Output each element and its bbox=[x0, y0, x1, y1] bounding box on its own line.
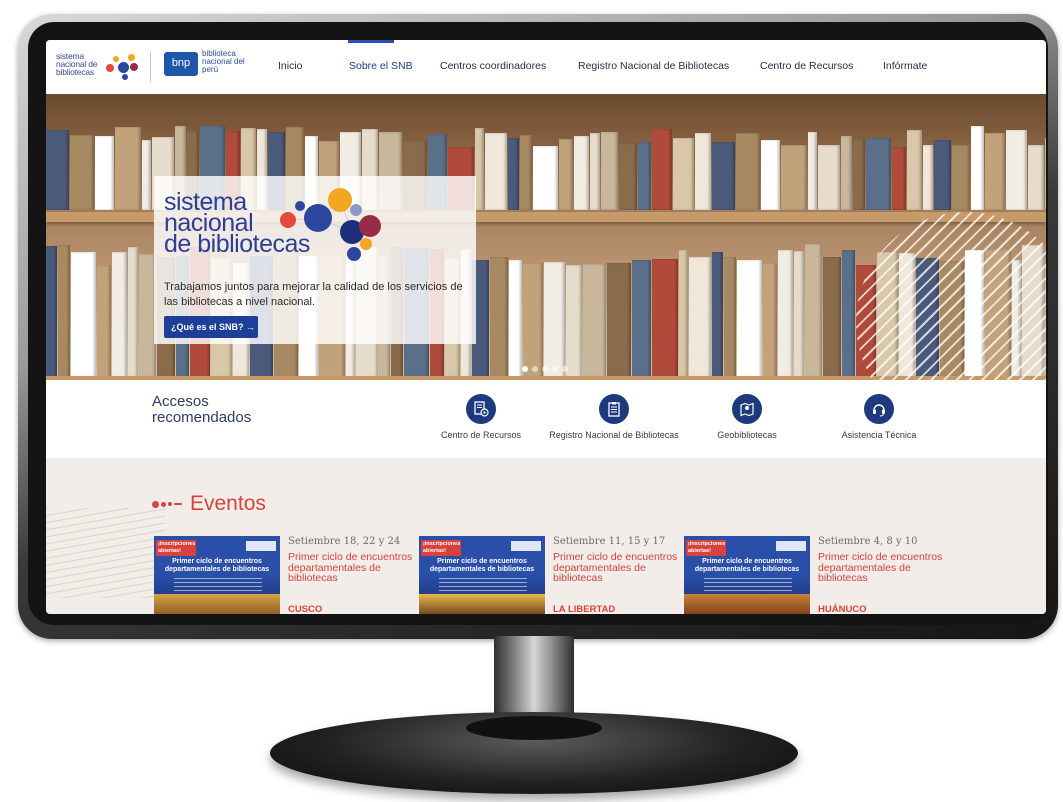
que-es-snb-button[interactable]: ¿Qué es el SNB? → bbox=[164, 316, 258, 338]
poster-title: Primer ciclo de encuentros departamental… bbox=[164, 558, 270, 573]
bnp-logo-text: biblioteca nacional del perú bbox=[202, 49, 245, 74]
map-pin-icon bbox=[732, 394, 762, 424]
event-card[interactable]: ¡Inscripciones abiertas! Primer ciclo de… bbox=[154, 536, 416, 614]
event-city: HUÁNUCO bbox=[818, 604, 867, 614]
eventos-dots-icon bbox=[152, 500, 182, 508]
eventos-section: Eventos ¡Inscripciones abiertas! Primer … bbox=[46, 458, 1046, 614]
poster-title: Primer ciclo de encuentros departamental… bbox=[694, 558, 800, 573]
poster-logo bbox=[776, 541, 806, 551]
event-poster-image[interactable]: ¡Inscripciones abiertas! Primer ciclo de… bbox=[684, 536, 810, 614]
poster-badge: ¡Inscripciones abiertas! bbox=[686, 540, 726, 556]
poster-badge: ¡Inscripciones abiertas! bbox=[156, 540, 196, 556]
event-city: CUSCO bbox=[288, 604, 323, 614]
nav-item-inicio[interactable]: Inicio bbox=[278, 60, 303, 72]
acceso-label: Asistencia Técnica bbox=[841, 430, 917, 440]
bnp-logo-box: bnp bbox=[164, 52, 198, 76]
carousel-dot[interactable] bbox=[532, 366, 538, 372]
acceso-geobibliotecas[interactable]: Geobibliotecas bbox=[682, 394, 812, 440]
poster-city-image bbox=[419, 594, 545, 614]
carousel-dot[interactable] bbox=[552, 366, 558, 372]
snb-dots-logo bbox=[280, 188, 381, 261]
event-title-link[interactable]: Primer ciclo de encuentros departamental… bbox=[553, 552, 681, 584]
nav-item-sobre-el-snb[interactable]: Sobre el SNB bbox=[349, 60, 413, 72]
snb-logo-text: sistema nacional de bibliotecas bbox=[56, 51, 98, 77]
event-card[interactable]: ¡Inscripciones abiertas! Primer ciclo de… bbox=[684, 536, 946, 614]
bnp-logo[interactable]: bnp biblioteca nacional del perú bbox=[164, 50, 254, 80]
nav-item-centro-de-recursos[interactable]: Centro de Recursos bbox=[760, 60, 853, 72]
poster-city-image bbox=[154, 594, 280, 614]
poster-text-lines bbox=[174, 578, 262, 592]
poster-title: Primer ciclo de encuentros departamental… bbox=[429, 558, 535, 573]
snb-logo[interactable]: sistema nacional de bibliotecas bbox=[56, 50, 142, 84]
nav-item-informate[interactable]: Infórmate bbox=[883, 60, 927, 72]
hero-banner: sistema nacional de bibliotecas Trabajam… bbox=[46, 94, 1046, 380]
event-date: Setiembre 4, 8 y 10 bbox=[818, 536, 918, 547]
acceso-registro-nacional[interactable]: Registro Nacional de Bibliotecas bbox=[549, 394, 679, 440]
poster-logo bbox=[246, 541, 276, 551]
eventos-heading: Eventos bbox=[152, 492, 266, 516]
event-title-link[interactable]: Primer ciclo de encuentros departamental… bbox=[818, 552, 946, 584]
event-card[interactable]: ¡Inscripciones abiertas! Primer ciclo de… bbox=[419, 536, 681, 614]
poster-badge: ¡Inscripciones abiertas! bbox=[421, 540, 461, 556]
accesos-recomendados-section: Accesos recomendados Centro de Recursos … bbox=[46, 380, 1046, 458]
carousel-dot[interactable] bbox=[562, 366, 568, 372]
headset-icon bbox=[864, 394, 894, 424]
event-poster-image[interactable]: ¡Inscripciones abiertas! Primer ciclo de… bbox=[154, 536, 280, 614]
event-date: Setiembre 11, 15 y 17 bbox=[553, 536, 666, 547]
poster-city-image bbox=[684, 594, 810, 614]
event-city: LA LIBERTAD bbox=[553, 604, 616, 614]
acceso-label: Geobibliotecas bbox=[717, 430, 777, 440]
poster-text-lines bbox=[439, 578, 527, 592]
event-title-link[interactable]: Primer ciclo de encuentros departamental… bbox=[288, 552, 416, 584]
decorative-wave-pattern bbox=[46, 508, 166, 598]
nav-item-centros-coordinadores[interactable]: Centros coordinadores bbox=[440, 60, 546, 72]
poster-text-lines bbox=[704, 578, 792, 592]
carousel-dot[interactable] bbox=[522, 366, 528, 372]
eventos-title: Eventos bbox=[190, 492, 266, 515]
nav-active-indicator bbox=[348, 40, 394, 43]
acceso-centro-de-recursos[interactable]: Centro de Recursos bbox=[416, 394, 546, 440]
accesos-title: Accesos recomendados bbox=[152, 393, 252, 426]
acceso-label: Registro Nacional de Bibliotecas bbox=[549, 430, 679, 440]
decorative-stripes bbox=[856, 212, 1046, 380]
acceso-label: Centro de Recursos bbox=[440, 430, 522, 440]
event-date: Setiembre 18, 22 y 24 bbox=[288, 536, 401, 547]
hero-card: sistema nacional de bibliotecas Trabajam… bbox=[154, 176, 476, 344]
poster-logo bbox=[511, 541, 541, 551]
nav-logo-divider bbox=[150, 52, 151, 82]
event-poster-image[interactable]: ¡Inscripciones abiertas! Primer ciclo de… bbox=[419, 536, 545, 614]
browser-screen: sistema nacional de bibliotecas bnp bibl… bbox=[46, 40, 1046, 614]
top-navigation: sistema nacional de bibliotecas bnp bibl… bbox=[46, 40, 1046, 94]
carousel-dot[interactable] bbox=[542, 366, 548, 372]
monitor-stand-joint bbox=[466, 716, 602, 740]
nav-item-registro-nacional[interactable]: Registro Nacional de Bibliotecas bbox=[578, 60, 729, 72]
document-play-icon bbox=[466, 394, 496, 424]
clipboard-list-icon bbox=[599, 394, 629, 424]
hero-subtitle: Trabajamos juntos para mejorar la calida… bbox=[164, 281, 463, 308]
carousel-dots bbox=[522, 366, 568, 372]
acceso-asistencia-tecnica[interactable]: Asistencia Técnica bbox=[814, 394, 944, 440]
